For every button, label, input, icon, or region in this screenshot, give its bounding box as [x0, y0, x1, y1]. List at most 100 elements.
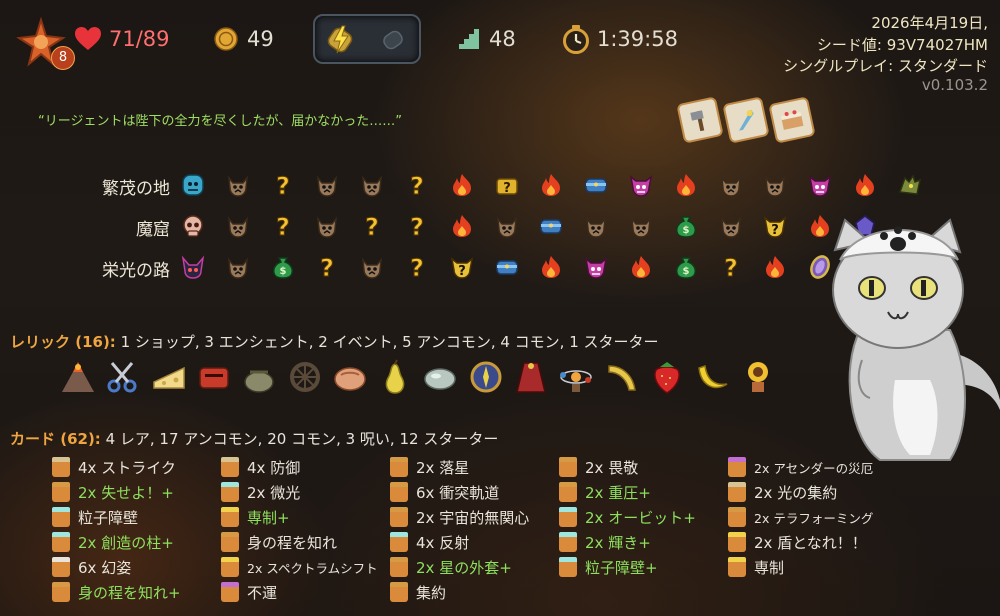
cake-blessing-icon[interactable]: [768, 96, 816, 144]
card-type-icon: [390, 582, 408, 602]
cheese-relic-icon[interactable]: [149, 357, 189, 397]
card-entry[interactable]: 2x 輝き+: [559, 531, 651, 553]
card-entry[interactable]: 6x 衝突軌道: [390, 481, 499, 503]
card-entry[interactable]: 2x 光の集約: [728, 481, 837, 503]
card-entry[interactable]: 2x オービット+: [559, 506, 696, 528]
elite-node-icon[interactable]: [806, 171, 834, 199]
card-entry[interactable]: 2x 星の外套+: [390, 556, 512, 578]
boss-blue-node-icon[interactable]: [179, 171, 207, 199]
monster-node-icon[interactable]: [313, 171, 341, 199]
fire-node-icon[interactable]: [627, 253, 655, 281]
card-entry[interactable]: 2x 微光: [221, 481, 300, 503]
card-entry[interactable]: 2x 落星: [390, 456, 469, 478]
boss-horn-node-icon[interactable]: [179, 253, 207, 281]
card-entry[interactable]: 4x 反射: [390, 531, 469, 553]
strawberry-relic-icon[interactable]: [647, 357, 687, 397]
card-entry[interactable]: 2x 創造の柱+: [52, 531, 174, 553]
card-entry[interactable]: 2x 失せよ！+: [52, 481, 174, 503]
banana-relic-icon[interactable]: [692, 357, 732, 397]
mailbox-relic-icon[interactable]: [194, 357, 234, 397]
monster-node-icon[interactable]: [313, 212, 341, 240]
orrery-relic-icon[interactable]: [556, 357, 596, 397]
unknown-node-icon[interactable]: ?: [403, 212, 431, 242]
stone-relic-icon[interactable]: [420, 357, 460, 397]
card-entry[interactable]: 2x 盾となれ！！: [728, 531, 867, 553]
volcano-relic-icon[interactable]: [58, 357, 98, 397]
monster-node-icon[interactable]: [627, 212, 655, 240]
timer-display: 1:39:58: [562, 22, 678, 56]
card-entry[interactable]: 4x 防御: [221, 456, 300, 478]
horn-relic-icon[interactable]: [602, 357, 642, 397]
fire-node-icon[interactable]: [537, 171, 565, 199]
shop-node-icon[interactable]: [493, 253, 521, 281]
treasure-unknown-node-icon[interactable]: ?: [493, 171, 521, 199]
card-entry[interactable]: 4x ストライク: [52, 456, 176, 478]
card-type-icon: [559, 507, 577, 527]
boss-dragon-node-icon[interactable]: [896, 171, 924, 199]
card-entry[interactable]: 2x 宇宙的無関心: [390, 506, 529, 528]
scissors-relic-icon[interactable]: [103, 357, 143, 397]
card-entry[interactable]: 身の程を知れ+: [52, 581, 181, 603]
monster-node-icon[interactable]: [717, 212, 745, 240]
fire-node-icon[interactable]: [448, 212, 476, 240]
cat-mascot-image: [800, 210, 1000, 470]
card-entry[interactable]: 6x 幻姿: [52, 556, 131, 578]
card-name: 2x 創造の柱+: [78, 533, 174, 552]
card-entry[interactable]: 2x 畏敬: [559, 456, 638, 478]
potion-slot-lightning[interactable]: [322, 20, 360, 58]
monster-node-icon[interactable]: [224, 253, 252, 281]
compass-relic-icon[interactable]: [466, 357, 506, 397]
unknown-node-icon[interactable]: ?: [313, 253, 341, 283]
fire-node-icon[interactable]: [537, 253, 565, 281]
monster-node-icon[interactable]: [761, 171, 789, 199]
elite-unknown-node-icon[interactable]: ?: [448, 253, 476, 281]
fire-node-icon[interactable]: [761, 253, 789, 281]
card-entry[interactable]: 不運: [221, 581, 277, 603]
fire-node-icon[interactable]: [448, 171, 476, 199]
card-entry[interactable]: 集約: [390, 581, 446, 603]
card-entry[interactable]: 粒子障壁: [52, 506, 138, 528]
card-entry[interactable]: 2x スペクトラムシフト: [221, 556, 378, 578]
pouch-relic-icon[interactable]: [239, 357, 279, 397]
unknown-node-icon[interactable]: ?: [717, 253, 745, 283]
bread-relic-icon[interactable]: [330, 357, 370, 397]
card-entry[interactable]: 専制+: [221, 506, 290, 528]
shop-node-icon[interactable]: [537, 212, 565, 240]
run-mode: シングルプレイ: スタンダード: [783, 57, 988, 75]
unknown-node-icon[interactable]: ?: [269, 212, 297, 242]
cloak-relic-icon[interactable]: [511, 357, 551, 397]
unknown-node-icon[interactable]: ?: [403, 171, 431, 201]
merchant-node-icon[interactable]: $: [672, 253, 700, 281]
axe-blessing-icon[interactable]: [676, 96, 724, 144]
monster-node-icon[interactable]: [358, 253, 386, 281]
potion-slot-empty[interactable]: [374, 20, 412, 58]
shop-node-icon[interactable]: [582, 171, 610, 199]
monster-node-icon[interactable]: [224, 171, 252, 199]
card-entry[interactable]: 2x テラフォーミング: [728, 506, 873, 528]
elite-node-icon[interactable]: [627, 171, 655, 199]
card-entry[interactable]: 身の程を知れ: [221, 531, 337, 553]
wheel-relic-icon[interactable]: [285, 357, 325, 397]
unknown-node-icon[interactable]: ?: [358, 212, 386, 242]
monster-node-icon[interactable]: [582, 212, 610, 240]
elite-node-icon[interactable]: [582, 253, 610, 281]
unknown-node-icon[interactable]: ?: [403, 253, 431, 283]
merchant-node-icon[interactable]: $: [269, 253, 297, 281]
monster-node-icon[interactable]: [224, 212, 252, 240]
monster-node-icon[interactable]: [358, 171, 386, 199]
monster-node-icon[interactable]: [493, 212, 521, 240]
monster-node-icon[interactable]: [717, 171, 745, 199]
card-entry[interactable]: 粒子障壁+: [559, 556, 658, 578]
feather-blessing-icon[interactable]: [722, 96, 770, 144]
card-type-icon: [390, 557, 408, 577]
fire-node-icon[interactable]: [851, 171, 879, 199]
card-entry[interactable]: 2x 重圧+: [559, 481, 651, 503]
boss-skull-node-icon[interactable]: [179, 212, 207, 240]
fire-node-icon[interactable]: [672, 171, 700, 199]
card-entry[interactable]: 専制: [728, 556, 784, 578]
elite-unknown-node-icon[interactable]: ?: [761, 212, 789, 240]
merchant-node-icon[interactable]: $: [672, 212, 700, 240]
sunflower-relic-icon[interactable]: [738, 357, 778, 397]
unknown-node-icon[interactable]: ?: [269, 171, 297, 201]
pear-relic-icon[interactable]: [375, 357, 415, 397]
